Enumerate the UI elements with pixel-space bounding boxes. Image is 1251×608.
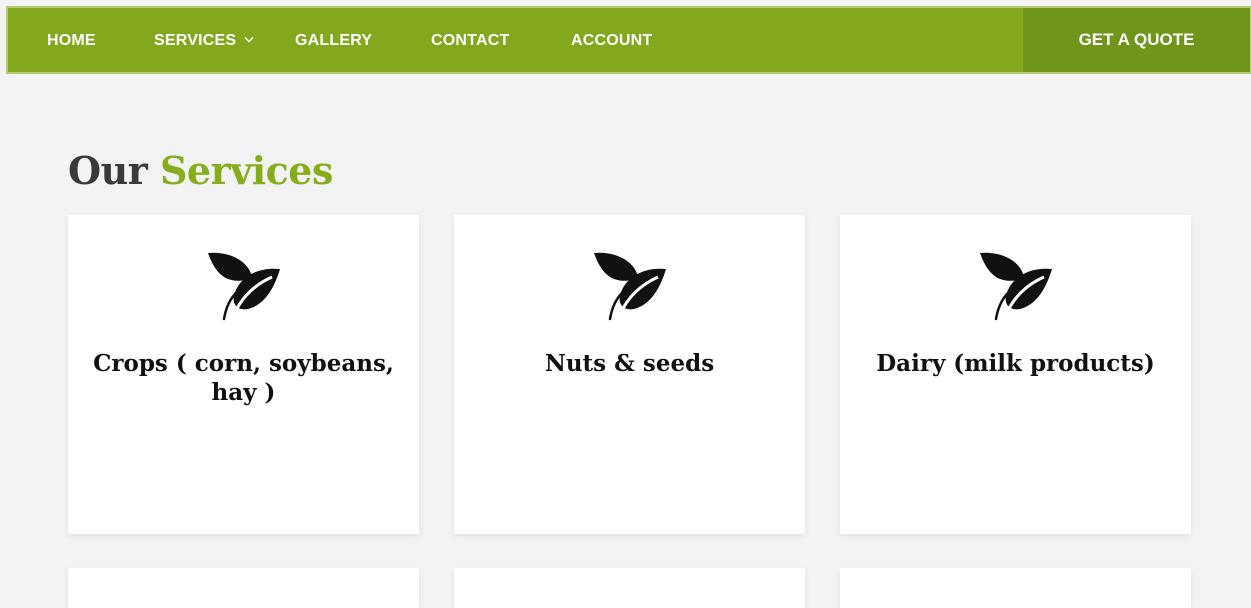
nav-services-label: SERVICES [154,32,237,49]
service-card[interactable] [840,568,1191,608]
nav-contact-link[interactable]: CONTACT [431,8,509,72]
nav-home-link[interactable]: HOME [47,8,96,72]
leaf-icon [979,252,1052,326]
get-a-quote-button[interactable]: GET A QUOTE [1023,8,1250,72]
service-card-title: Dairy (milk products) [876,350,1155,377]
service-card-title: Crops ( corn, soybeans, hay ) [93,350,394,406]
service-card-title: Nuts & seeds [544,350,715,377]
service-card[interactable] [68,568,419,608]
service-card-dairy[interactable]: Dairy (milk products) [840,215,1191,534]
nav-gallery-link[interactable]: GALLERY [295,8,372,72]
chevron-down-icon [244,36,254,43]
main-navbar: HOME SERVICES GALLERY CONTACT ACCOUNT GE… [6,6,1251,74]
leaf-icon [593,252,666,326]
nav-account-link[interactable]: ACCOUNT [571,8,652,72]
nav-services-link[interactable]: SERVICES [154,8,254,72]
service-card-crops[interactable]: Crops ( corn, soybeans, hay ) [68,215,419,534]
leaf-icon [207,252,280,326]
section-title: Our Services [68,148,333,193]
service-card[interactable] [454,568,805,608]
section-title-accent: Services [159,148,333,193]
service-card-nuts-seeds[interactable]: Nuts & seeds [454,215,805,534]
section-title-prefix: Our [68,148,148,193]
